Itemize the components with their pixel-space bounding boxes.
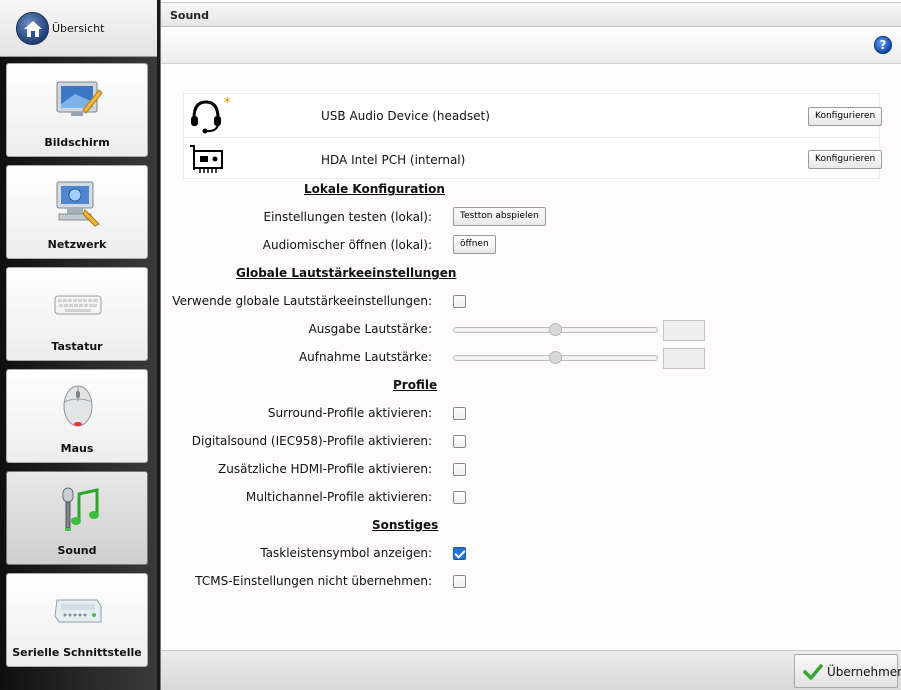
sidebar-item-label: Serielle Schnittstelle bbox=[12, 646, 142, 659]
device-name: USB Audio Device (headset) bbox=[321, 109, 490, 123]
device-list: * USB Audio Device (headset) Konfigurier… bbox=[183, 93, 883, 180]
sidebar-item-label: Sound bbox=[57, 544, 97, 557]
slider-handle[interactable] bbox=[549, 323, 562, 336]
digital-sound-profiles-label: Digitalsound (IEC958)-Profile aktivieren… bbox=[191, 434, 432, 448]
sidebar-item-tastatur[interactable]: Tastatur bbox=[6, 267, 148, 361]
app-window: Übersicht Bildschirm Netzwerk Tastatur M… bbox=[0, 0, 901, 690]
page-title: Sound bbox=[170, 9, 210, 22]
headset-icon bbox=[191, 100, 221, 134]
configure-button[interactable]: Konfigurieren bbox=[808, 150, 883, 169]
ignore-tcms-label: TCMS-Einstellungen nicht übernehmen: bbox=[195, 574, 432, 588]
hdmi-profiles-label: Zusätzliche HDMI-Profile aktivieren: bbox=[218, 462, 432, 476]
use-global-volume-label: Verwende globale Lautstärkeeinstellungen… bbox=[172, 294, 432, 308]
tray-icon-label: Taskleistensymbol anzeigen: bbox=[260, 546, 432, 560]
main-panel: Sound ? * USB Audio Device (headset) Kon… bbox=[160, 0, 901, 690]
device-row: HDA Intel PCH (internal) Konfigurieren bbox=[184, 137, 883, 180]
mouse-icon bbox=[63, 385, 93, 427]
hdmi-profiles-checkbox[interactable] bbox=[453, 463, 466, 476]
open-mixer-label: Audiomischer öffnen (lokal): bbox=[262, 238, 432, 252]
output-volume-value[interactable] bbox=[663, 320, 705, 341]
sidebar-item-netzwerk[interactable]: Netzwerk bbox=[6, 165, 148, 259]
open-mixer-button[interactable]: öffnen bbox=[453, 235, 496, 254]
device-row: * USB Audio Device (headset) Konfigurier… bbox=[184, 94, 883, 137]
home-icon bbox=[16, 12, 49, 45]
play-test-tone-button[interactable]: Testton abspielen bbox=[453, 207, 546, 226]
network-computer-icon bbox=[56, 181, 100, 227]
input-volume-slider[interactable] bbox=[453, 351, 658, 364]
output-volume-label: Ausgabe Lautstärke: bbox=[308, 322, 432, 336]
sidebar-item-label: Netzwerk bbox=[47, 238, 107, 251]
multichannel-profiles-checkbox[interactable] bbox=[453, 491, 466, 504]
input-volume-value[interactable] bbox=[663, 348, 705, 369]
other-heading: Sonstiges bbox=[372, 518, 439, 532]
local-config-heading: Lokale Konfiguration bbox=[304, 182, 445, 196]
sidebar-item-sound[interactable]: Sound bbox=[6, 471, 148, 565]
surround-profiles-label: Surround-Profile aktivieren: bbox=[267, 406, 432, 420]
monitor-pen-icon bbox=[56, 81, 103, 116]
overview-label: Übersicht bbox=[52, 22, 105, 35]
default-device-marker: * bbox=[224, 96, 231, 111]
slider-handle[interactable] bbox=[549, 351, 562, 364]
sidebar-item-bildschirm[interactable]: Bildschirm bbox=[6, 63, 148, 157]
sidebar-item-serielle-schnittstelle[interactable]: Serielle Schnittstelle bbox=[6, 573, 148, 667]
configure-button[interactable]: Konfigurieren bbox=[808, 107, 883, 126]
input-volume-label: Aufnahme Lautstärke: bbox=[298, 350, 432, 364]
sidebar: Übersicht Bildschirm Netzwerk Tastatur M… bbox=[0, 0, 157, 690]
soundcard-icon bbox=[190, 145, 223, 173]
multichannel-profiles-label: Multichannel-Profile aktivieren: bbox=[245, 490, 432, 504]
test-settings-label: Einstellungen testen (lokal): bbox=[263, 210, 432, 224]
title-bar: Sound bbox=[161, 2, 901, 27]
keyboard-icon bbox=[54, 295, 102, 315]
toolbar: ? bbox=[161, 28, 901, 64]
footer-bar: Übernehmen bbox=[161, 650, 901, 690]
apply-button[interactable]: Übernehmen bbox=[794, 654, 901, 688]
surround-profiles-checkbox[interactable] bbox=[453, 407, 466, 420]
sidebar-item-label: Tastatur bbox=[51, 340, 103, 353]
tray-icon-checkbox[interactable] bbox=[453, 547, 466, 560]
sidebar-item-maus[interactable]: Maus bbox=[6, 369, 148, 463]
help-icon[interactable]: ? bbox=[874, 36, 892, 54]
ignore-tcms-checkbox[interactable] bbox=[453, 575, 466, 588]
output-volume-slider[interactable] bbox=[453, 323, 658, 336]
sidebar-item-label: Maus bbox=[60, 442, 94, 455]
digital-sound-profiles-checkbox[interactable] bbox=[453, 435, 466, 448]
checkmark-icon bbox=[803, 664, 823, 680]
serial-device-icon bbox=[54, 599, 102, 623]
overview-button[interactable]: Übersicht bbox=[0, 0, 157, 57]
sidebar-item-label: Bildschirm bbox=[44, 136, 110, 149]
use-global-volume-checkbox[interactable] bbox=[453, 295, 466, 308]
apply-label: Übernehmen bbox=[827, 665, 901, 679]
microphone-note-icon bbox=[62, 487, 99, 531]
device-name: HDA Intel PCH (internal) bbox=[321, 153, 466, 167]
global-volume-heading: Globale Lautstärkeeinstellungen bbox=[236, 266, 457, 280]
sound-settings: * USB Audio Device (headset) Konfigurier… bbox=[161, 65, 901, 650]
profiles-heading: Profile bbox=[393, 378, 438, 392]
